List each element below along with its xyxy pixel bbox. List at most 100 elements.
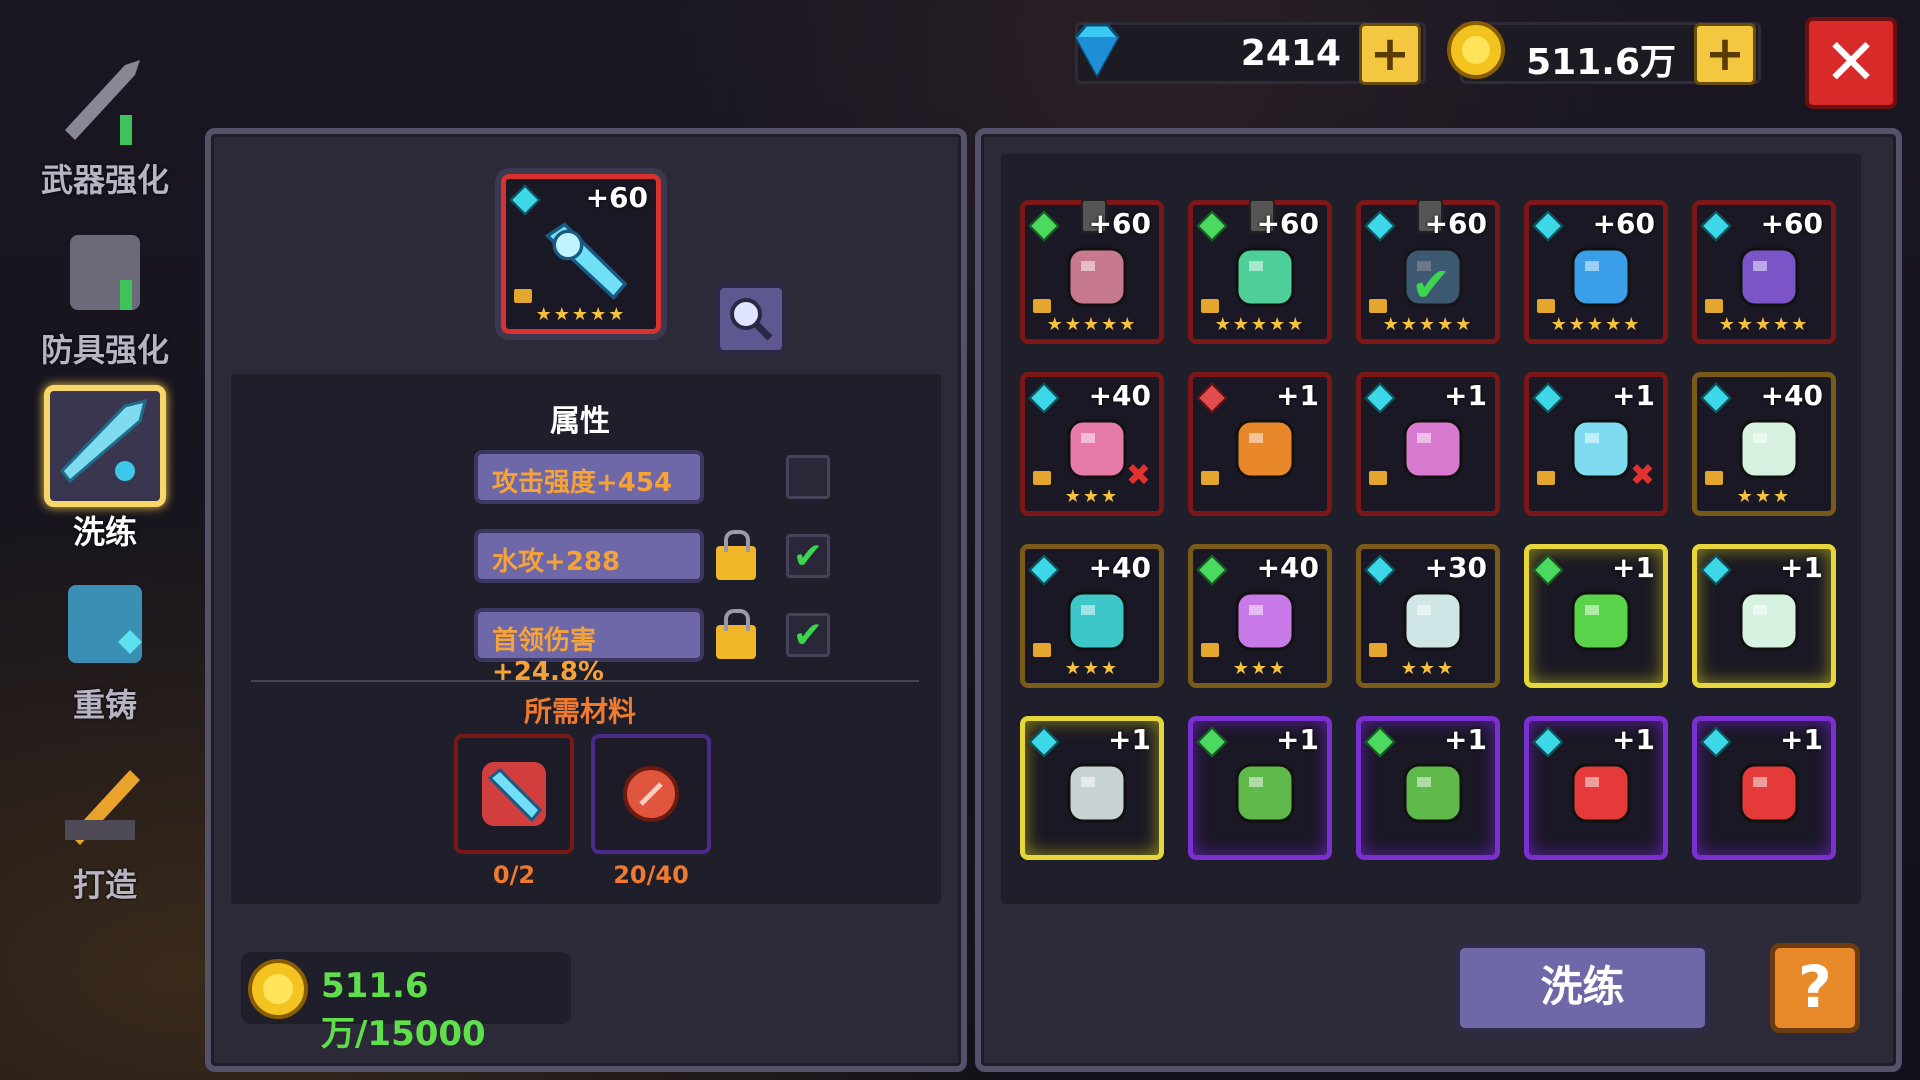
lock-icon	[1705, 299, 1723, 313]
inventory-slot[interactable]: +60 ★★★★★	[1020, 199, 1164, 344]
lock-icon	[1033, 471, 1051, 485]
purple-scythe-icon	[1235, 591, 1295, 651]
inventory-slot[interactable]: +60 ✔ ★★★★★	[1356, 199, 1500, 344]
selected-item-slot[interactable]: +60 ★★★★★	[495, 168, 667, 340]
add-gems-button[interactable]: +	[1359, 23, 1421, 85]
sidebar-item-label: 武器强化	[40, 161, 169, 199]
divider	[251, 680, 919, 682]
inventory-slot[interactable]: +1	[1020, 716, 1164, 860]
magnifier-icon	[730, 298, 773, 341]
attributes-title: 属性	[550, 404, 610, 439]
item-stars: ★★★	[1064, 486, 1120, 507]
item-stars: ★★★★★	[1046, 314, 1138, 335]
inventory-slot[interactable]: +1	[1692, 716, 1836, 860]
material-count-2: 20/40	[613, 861, 689, 889]
lock-icon	[1537, 299, 1555, 313]
ice-sword-material-icon	[482, 762, 546, 826]
material-count-1: 0/2	[492, 861, 536, 889]
white-dragon-icon	[1739, 419, 1799, 479]
inventory-slot[interactable]: +1 ✖	[1524, 372, 1668, 516]
inventory-slot[interactable]: +1	[1188, 716, 1332, 860]
lock-icon	[1201, 643, 1219, 657]
add-gold-button[interactable]: +	[1694, 23, 1756, 85]
gem-amount: 2414	[1240, 33, 1341, 74]
sidebar-item-label: 重铸	[72, 686, 137, 724]
ice-dagger-icon	[1403, 591, 1463, 651]
inventory-slot[interactable]: +30 ★★★	[1356, 544, 1500, 688]
sword-upgrade-icon	[50, 45, 160, 155]
gem-icon	[509, 184, 541, 216]
inventory-slot[interactable]: +40 ★★★	[1188, 544, 1332, 688]
lock-icon	[1705, 471, 1723, 485]
equipped-check-icon: ✔	[1411, 257, 1452, 313]
item-stars: ★★★	[1400, 658, 1456, 679]
sidebar-item-forge[interactable]: 打造	[30, 750, 180, 906]
padlock-icon	[716, 530, 756, 580]
white-dragon-icon	[1739, 591, 1799, 651]
inventory-slot[interactable]: +60 ★★★★★	[1524, 200, 1668, 344]
lock-icon	[1537, 471, 1555, 485]
fire-extinguisher-icon	[1571, 763, 1631, 823]
attribute-row-3: 首领伤害+24.8%	[474, 608, 704, 687]
ice-sword-icon	[544, 222, 628, 301]
inventory-slot[interactable]: +1	[1356, 372, 1500, 516]
steel-dagger-icon	[1067, 763, 1127, 823]
ice-shark-icon	[1067, 591, 1127, 651]
blue-fish-pet-icon	[1571, 247, 1631, 307]
inventory-slot[interactable]: +1	[1188, 372, 1332, 516]
inventory-slot[interactable]: +40 ✖ ★★★	[1020, 372, 1164, 516]
inventory-slot[interactable]: +1	[1524, 716, 1668, 860]
attribute-row-2: 水攻+288	[474, 529, 704, 583]
sidebar-item-weapon-upgrade[interactable]: 武器强化	[30, 45, 180, 201]
inventory-slot[interactable]: +40 ★★★	[1692, 372, 1836, 516]
item-level: +60	[585, 181, 648, 214]
inventory-slot[interactable]: +1	[1524, 544, 1668, 688]
sidebar-item-armor-upgrade[interactable]: 防具强化	[30, 215, 180, 371]
lock-icon	[1201, 471, 1219, 485]
inspect-button[interactable]	[716, 284, 786, 354]
inventory-slot[interactable]: +1	[1356, 716, 1500, 860]
gold-counter: 511.6万 +	[1447, 21, 1761, 85]
material-slot-1[interactable]	[454, 734, 574, 854]
item-stars: ★★★★★	[1214, 314, 1306, 335]
attribute-lock-checkbox-1[interactable]	[786, 455, 830, 499]
refine-sword-icon	[44, 385, 166, 507]
cactus-pet-icon	[1235, 763, 1295, 823]
lantern-icon	[1235, 419, 1295, 479]
close-button[interactable]: ✕	[1805, 17, 1897, 109]
lock-icon	[514, 289, 532, 303]
gold-coin-icon	[248, 959, 308, 1019]
gem-counter: 2414 +	[1074, 22, 1426, 85]
lock-icon	[1369, 643, 1387, 657]
inventory-slot[interactable]: +40 ★★★	[1020, 544, 1164, 688]
sidebar-item-reforge[interactable]: 重铸	[30, 570, 180, 726]
material-slot-2[interactable]	[591, 734, 711, 854]
help-button[interactable]: ?	[1770, 943, 1860, 1033]
purple-gauntlet-icon	[1739, 247, 1799, 307]
inventory-slot[interactable]: +60 ★★★★★	[1692, 200, 1836, 344]
sidebar-item-label: 洗练	[72, 513, 137, 551]
reforge-armor-icon	[50, 570, 160, 680]
cost-text: 511.6万/15000	[321, 966, 486, 1054]
inventory-slot[interactable]: +1	[1692, 544, 1836, 688]
item-stars: ★★★	[1064, 658, 1120, 679]
item-stars: ★★★★★	[535, 304, 627, 325]
lock-icon	[1369, 471, 1387, 485]
inventory-slot[interactable]: +60 ★★★★★	[1188, 199, 1332, 344]
item-stars: ★★★	[1232, 658, 1288, 679]
item-stars: ★★★★★	[1718, 314, 1810, 335]
cross-icon: ✖	[1629, 458, 1655, 493]
attribute-lock-checkbox-3[interactable]: ✔	[786, 613, 830, 657]
pink-crystal-icon	[1403, 419, 1463, 479]
fire-extinguisher-icon	[1739, 763, 1799, 823]
item-stars: ★★★	[1736, 486, 1792, 507]
attribute-lock-checkbox-2[interactable]: ✔	[786, 534, 830, 578]
sidebar-item-refine[interactable]: 洗练	[30, 385, 180, 553]
refine-panel: +60 ★★★★★ 属性 攻击强度+454 水攻+288 ✔ 首领伤害+24.8…	[205, 128, 967, 1072]
jade-sword-icon	[1235, 247, 1295, 307]
refine-button[interactable]: 洗练	[1455, 943, 1710, 1033]
sidebar-item-label: 打造	[72, 866, 137, 904]
item-stars: ★★★★★	[1550, 314, 1642, 335]
forge-hammer-icon	[50, 750, 160, 860]
green-cannon-icon	[1571, 591, 1631, 651]
